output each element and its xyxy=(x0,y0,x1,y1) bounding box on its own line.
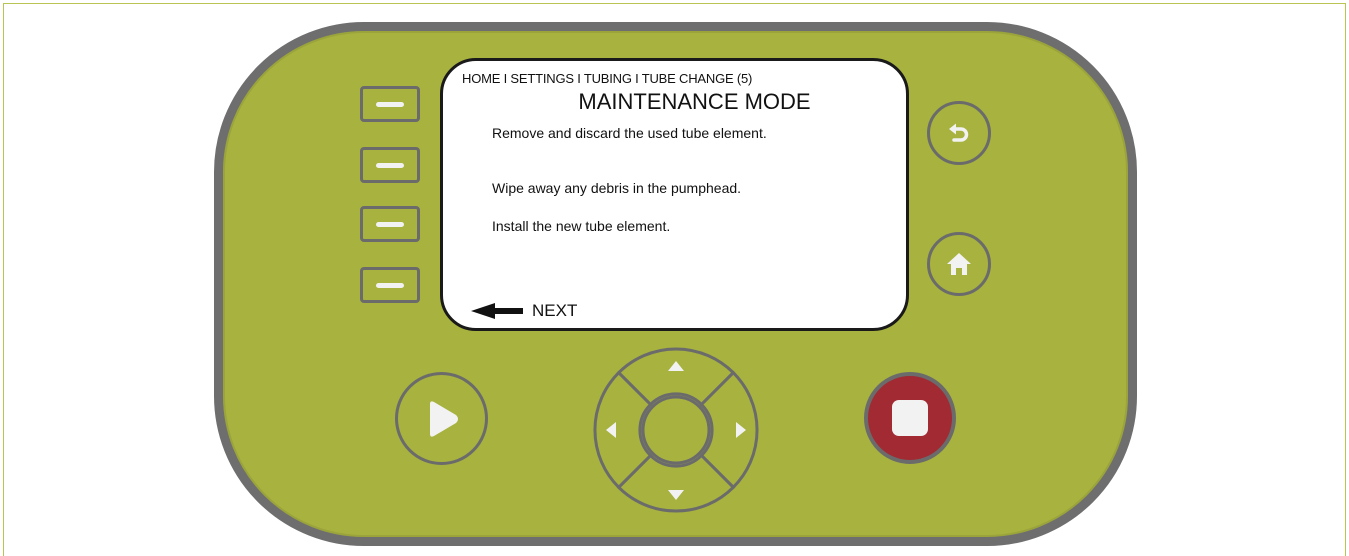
softkey-2[interactable] xyxy=(360,147,420,183)
next-label: NEXT xyxy=(532,301,578,320)
minus-icon xyxy=(376,163,404,168)
play-icon xyxy=(429,400,458,437)
minus-icon xyxy=(376,102,404,107)
back-arrow-icon xyxy=(949,123,969,142)
dpad-center[interactable] xyxy=(641,395,711,465)
next-button[interactable]: NEXT xyxy=(471,299,577,323)
minus-icon xyxy=(376,222,404,227)
stop-button[interactable] xyxy=(864,372,956,464)
instruction-remove: Remove and discard the used tube element… xyxy=(492,125,767,141)
softkey-1[interactable] xyxy=(360,86,420,122)
page-title: MAINTENANCE MODE xyxy=(578,89,811,114)
display-screen: HOME I SETTINGS I TUBING I TUBE CHANGE (… xyxy=(440,58,909,331)
breadcrumb: HOME I SETTINGS I TUBING I TUBE CHANGE (… xyxy=(462,71,753,86)
minus-icon xyxy=(376,283,404,288)
left-arrow-icon xyxy=(471,303,523,319)
instruction-wipe: Wipe away any debris in the pumphead. xyxy=(492,180,742,196)
direction-pad xyxy=(590,344,762,516)
run-button[interactable] xyxy=(395,372,488,465)
home-button[interactable] xyxy=(927,232,991,296)
softkey-4[interactable] xyxy=(360,267,420,303)
softkey-3[interactable] xyxy=(360,206,420,242)
instruction-install: Install the new tube element. xyxy=(492,218,671,234)
back-button[interactable] xyxy=(927,101,991,165)
home-icon xyxy=(947,253,971,275)
stop-icon xyxy=(892,400,928,436)
